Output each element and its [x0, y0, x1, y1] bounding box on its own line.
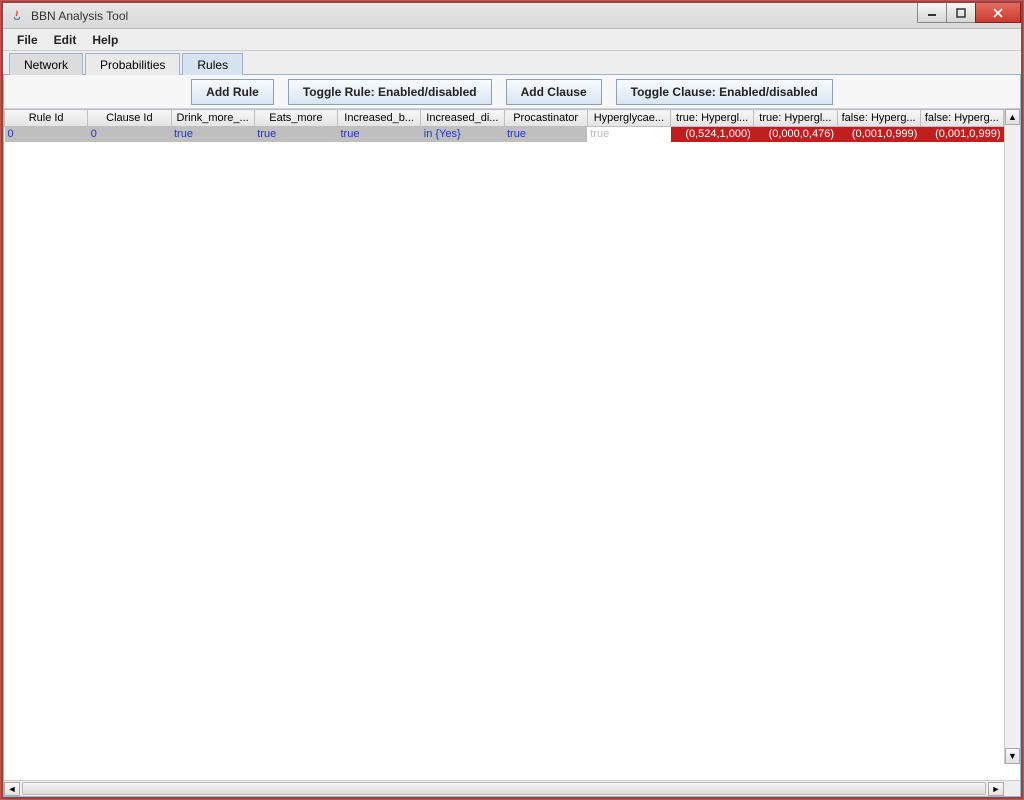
col-rule-id[interactable]: Rule Id: [5, 110, 88, 127]
maximize-button[interactable]: [946, 3, 976, 23]
col-true-hyper-1[interactable]: true: Hypergl...: [671, 110, 754, 127]
toggle-clause-button[interactable]: Toggle Clause: Enabled/disabled: [616, 79, 833, 105]
vertical-scrollbar[interactable]: ▲ ▼: [1004, 109, 1020, 764]
col-eats-more[interactable]: Eats_more: [254, 110, 337, 127]
scroll-up-arrow[interactable]: ▲: [1005, 109, 1020, 125]
application-window: BBN Analysis Tool File Edit Help Network…: [2, 2, 1022, 798]
toggle-rule-button[interactable]: Toggle Rule: Enabled/disabled: [288, 79, 492, 105]
rules-table[interactable]: Rule Id Clause Id Drink_more_... Eats_mo…: [4, 109, 1004, 142]
titlebar[interactable]: BBN Analysis Tool: [3, 3, 1021, 29]
table-wrapper: Rule Id Clause Id Drink_more_... Eats_mo…: [4, 109, 1020, 780]
cell-drink[interactable]: true: [171, 127, 254, 142]
java-icon: [9, 8, 25, 24]
scroll-corner: [1004, 781, 1020, 797]
minimize-button[interactable]: [917, 3, 947, 23]
cell-f2[interactable]: (0,001,0,999): [920, 127, 1003, 142]
menu-file[interactable]: File: [9, 30, 46, 50]
cell-proc[interactable]: true: [504, 127, 587, 142]
horizontal-scrollbar[interactable]: ◄ ►: [4, 780, 1020, 796]
scroll-left-arrow[interactable]: ◄: [4, 782, 20, 796]
table-row[interactable]: 0 0 true true true in {Yes} true true (0…: [5, 127, 1004, 142]
cell-eats[interactable]: true: [254, 127, 337, 142]
table-header-row: Rule Id Clause Id Drink_more_... Eats_mo…: [5, 110, 1004, 127]
cell-incd[interactable]: in {Yes}: [421, 127, 504, 142]
cell-hyper[interactable]: true: [587, 127, 670, 142]
col-false-hyper-2[interactable]: false: Hyperg...: [920, 110, 1003, 127]
scroll-right-arrow[interactable]: ►: [988, 782, 1004, 796]
window-title: BBN Analysis Tool: [31, 9, 128, 23]
menubar: File Edit Help: [3, 29, 1021, 51]
col-false-hyper-1[interactable]: false: Hyperg...: [837, 110, 920, 127]
cell-rule-id[interactable]: 0: [5, 127, 88, 142]
col-drink-more[interactable]: Drink_more_...: [171, 110, 254, 127]
add-rule-button[interactable]: Add Rule: [191, 79, 274, 105]
cell-t1[interactable]: (0,524,1,000): [671, 127, 754, 142]
table-area: Rule Id Clause Id Drink_more_... Eats_mo…: [4, 109, 1020, 796]
toolbar: Add Rule Toggle Rule: Enabled/disabled A…: [4, 75, 1020, 109]
cell-f1[interactable]: (0,001,0,999): [837, 127, 920, 142]
col-procastinator[interactable]: Procastinator: [504, 110, 587, 127]
col-increased-b[interactable]: Increased_b...: [338, 110, 421, 127]
cell-incb[interactable]: true: [338, 127, 421, 142]
col-increased-di[interactable]: Increased_di...: [421, 110, 504, 127]
tab-row: Network Probabilities Rules: [3, 51, 1021, 75]
menu-edit[interactable]: Edit: [46, 30, 85, 50]
tab-probabilities[interactable]: Probabilities: [85, 53, 180, 75]
col-clause-id[interactable]: Clause Id: [88, 110, 171, 127]
tab-network[interactable]: Network: [9, 53, 83, 75]
cell-clause-id[interactable]: 0: [88, 127, 171, 142]
tab-rules[interactable]: Rules: [182, 53, 243, 75]
col-true-hyper-2[interactable]: true: Hypergl...: [754, 110, 837, 127]
window-controls: [917, 3, 1021, 23]
cell-t2[interactable]: (0,000,0,476): [754, 127, 837, 142]
close-button[interactable]: [975, 3, 1021, 23]
hscroll-thumb[interactable]: [22, 782, 986, 795]
content-pane: Add Rule Toggle Rule: Enabled/disabled A…: [3, 75, 1021, 797]
scroll-down-arrow[interactable]: ▼: [1005, 748, 1020, 764]
add-clause-button[interactable]: Add Clause: [506, 79, 602, 105]
col-hyperglycae[interactable]: Hyperglycae...: [587, 110, 670, 127]
menu-help[interactable]: Help: [84, 30, 126, 50]
